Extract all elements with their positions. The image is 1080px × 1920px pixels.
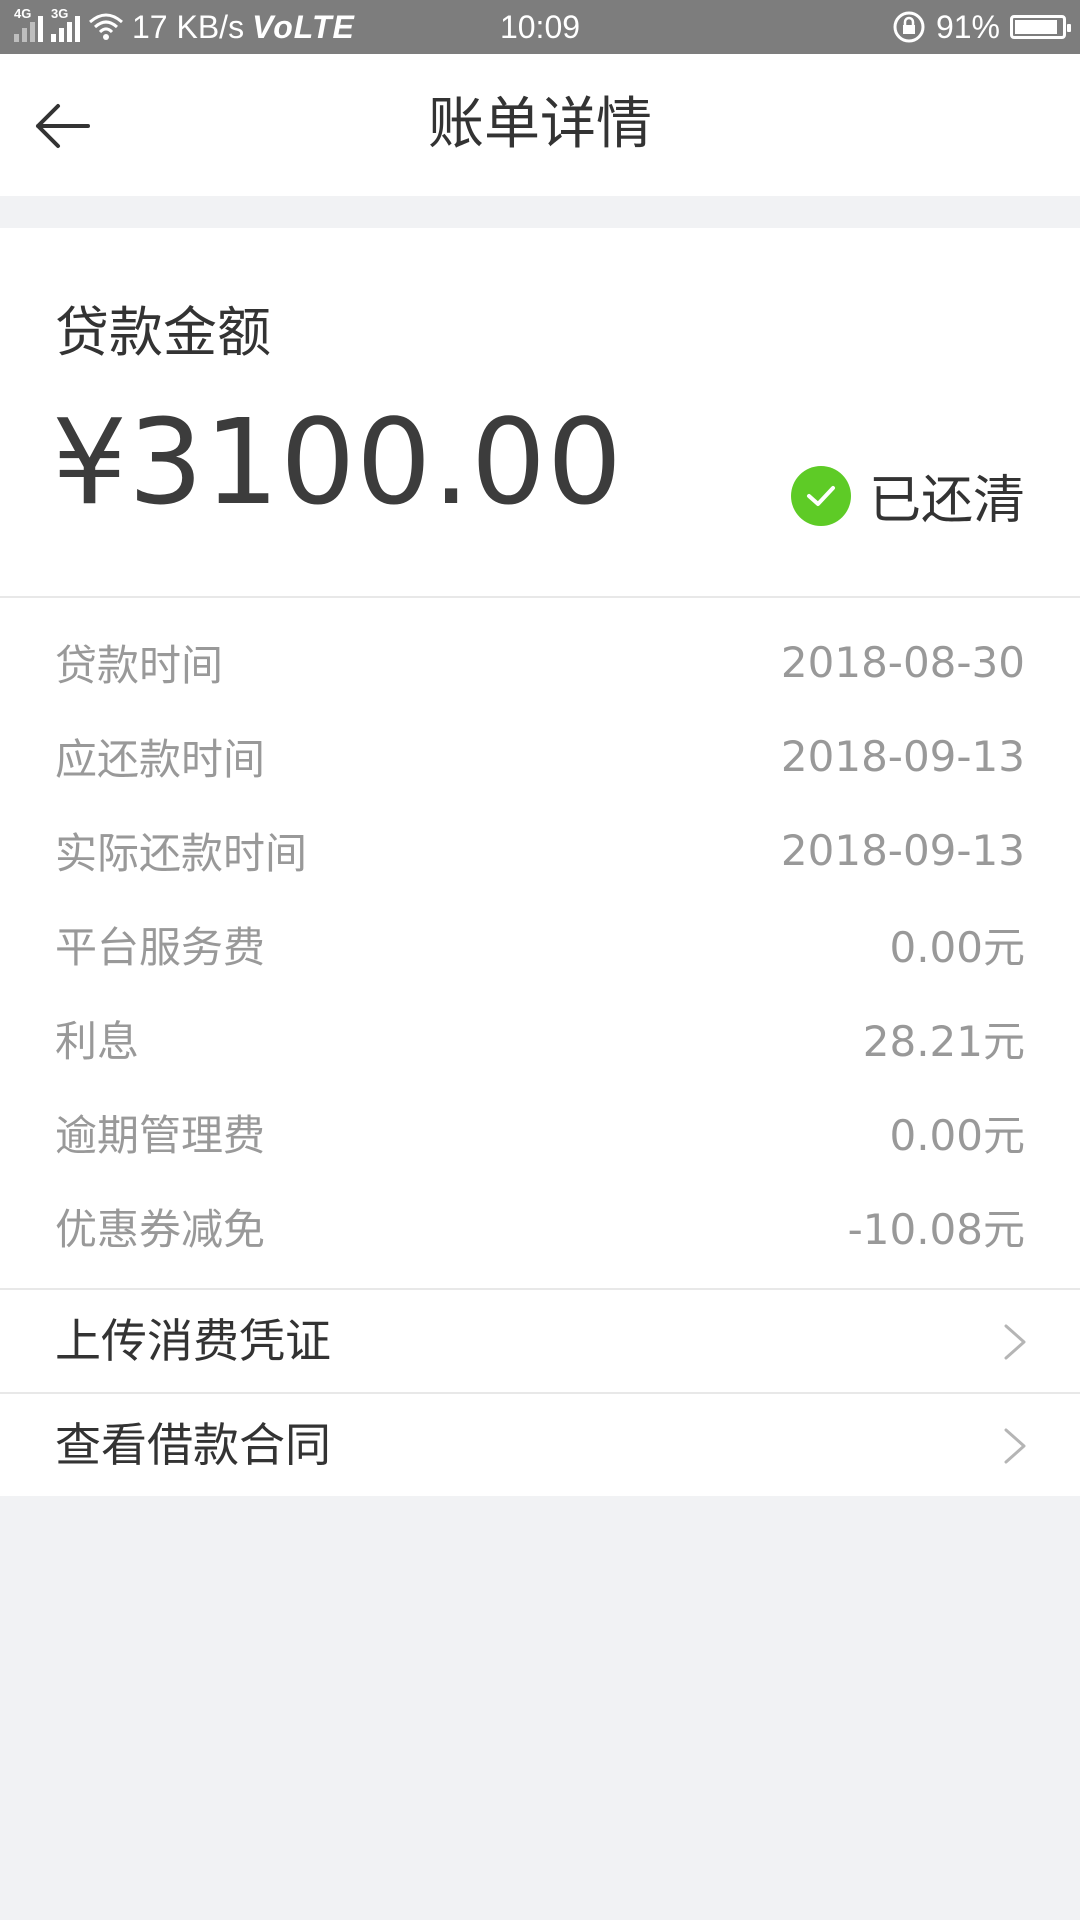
page-title: 账单详情 [428, 92, 652, 157]
detail-label: 平台服务费 [55, 922, 266, 972]
nav-header: 账单详情 [0, 54, 1080, 196]
detail-label: 实际还款时间 [55, 828, 308, 878]
detail-value: 28.21元 [862, 1016, 1025, 1066]
loan-amount-card: 贷款金额 ¥3100.00 已还清 [0, 228, 1080, 598]
chevron-right-icon [1004, 1428, 1026, 1464]
check-circle-icon [790, 465, 851, 526]
status-text: 已还清 [868, 471, 1025, 531]
battery-fill [1015, 20, 1057, 34]
loan-amount-value: ¥3100.00 [52, 393, 624, 531]
rotation-lock-icon [893, 11, 925, 43]
detail-value: 0.00元 [889, 1110, 1025, 1160]
link-label: 上传消费凭证 [55, 1314, 331, 1368]
detail-value: 2018-09-13 [780, 825, 1025, 875]
status-badge: 已还清 [790, 458, 1025, 533]
status-bar-right: 91% [892, 0, 1071, 54]
detail-value: 2018-08-30 [780, 637, 1025, 687]
view-loan-contract-link[interactable]: 查看借款合同 [0, 1392, 1080, 1496]
detail-row-actual-repay-date: 实际还款时间 2018-09-13 [55, 820, 1025, 880]
battery-icon [1010, 15, 1071, 39]
detail-value: -10.08元 [847, 1204, 1025, 1254]
link-label: 查看借款合同 [55, 1418, 331, 1472]
battery-percent: 91% [935, 8, 1000, 45]
detail-label: 利息 [55, 1016, 140, 1066]
detail-label: 应还款时间 [55, 734, 266, 784]
bill-details-list: 贷款时间 2018-08-30 应还款时间 2018-09-13 实际还款时间 … [0, 598, 1080, 1288]
detail-row-service-fee: 平台服务费 0.00元 [55, 914, 1025, 974]
status-bar: 4G 3G 17 KB/s VoLTE 10:09 91% [0, 0, 1080, 54]
detail-label: 逾期管理费 [55, 1110, 266, 1160]
detail-row-coupon-discount: 优惠券减免 -10.08元 [55, 1196, 1025, 1256]
upload-receipt-link[interactable]: 上传消费凭证 [0, 1288, 1080, 1392]
detail-value: 2018-09-13 [780, 731, 1025, 781]
detail-row-overdue-fee: 逾期管理费 0.00元 [55, 1102, 1025, 1162]
detail-value: 0.00元 [889, 922, 1025, 972]
chevron-right-icon [1004, 1324, 1026, 1360]
detail-row-loan-date: 贷款时间 2018-08-30 [55, 632, 1025, 692]
detail-row-interest: 利息 28.21元 [55, 1008, 1025, 1068]
detail-label: 贷款时间 [55, 640, 224, 690]
detail-label: 优惠券减免 [55, 1204, 266, 1254]
detail-row-due-date: 应还款时间 2018-09-13 [55, 726, 1025, 786]
loan-amount-label: 贷款金额 [55, 301, 271, 364]
